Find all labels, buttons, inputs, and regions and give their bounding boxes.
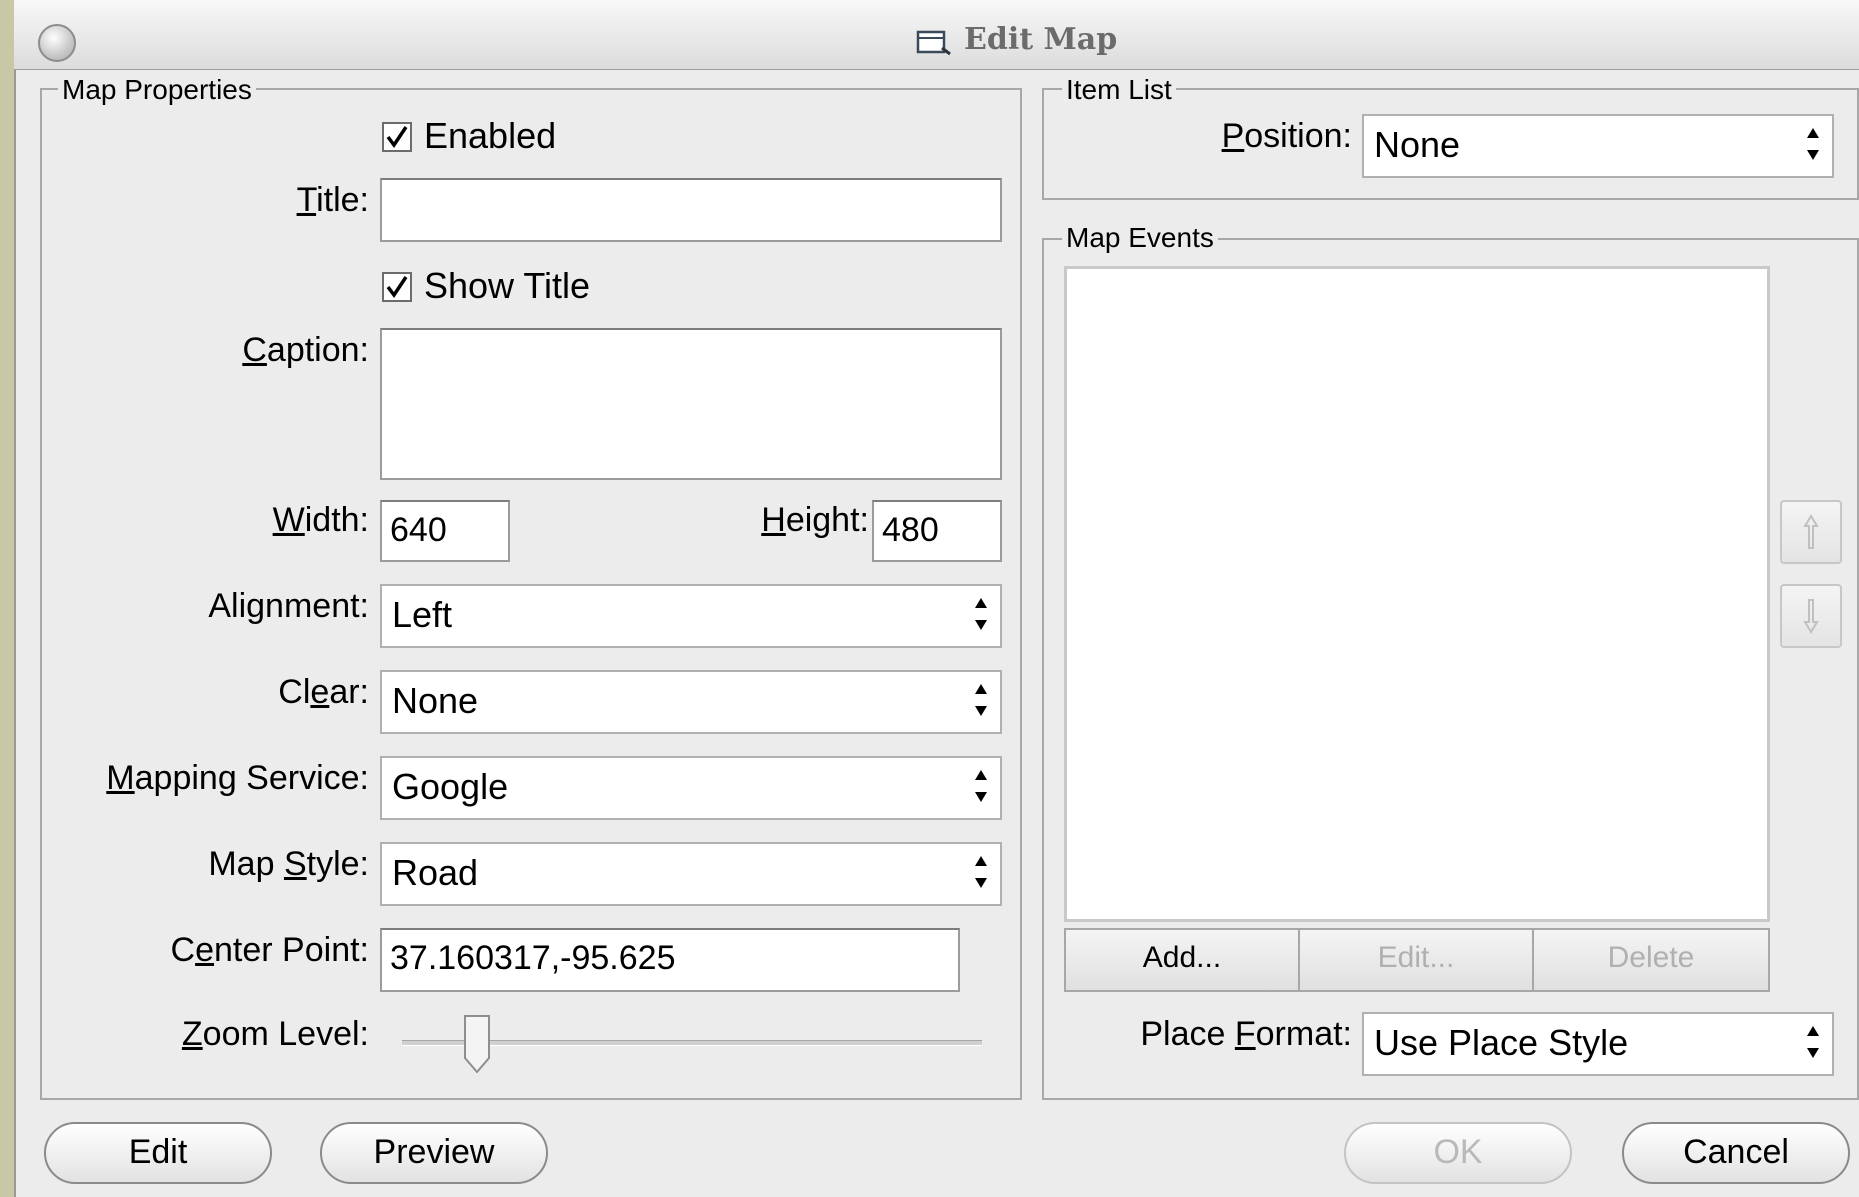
clear-value: None <box>392 680 479 721</box>
enabled-checkbox[interactable] <box>382 122 412 152</box>
alignment-select[interactable]: Left <box>380 584 1002 648</box>
up-down-arrows-icon <box>1807 1026 1819 1058</box>
window-title: Edit Map <box>964 22 1118 57</box>
position-value: None <box>1374 124 1461 165</box>
center-point-label: Center Point: <box>170 931 369 969</box>
clear-label: Clear: <box>278 673 369 711</box>
map-events-legend: Map Events <box>1062 222 1218 254</box>
check-mark-icon <box>386 276 408 299</box>
move-up-button[interactable] <box>1780 500 1842 564</box>
window-close-button[interactable] <box>38 24 76 62</box>
position-select[interactable]: None <box>1362 114 1834 178</box>
up-down-arrows-icon <box>975 856 987 888</box>
check-mark-icon <box>386 126 408 149</box>
item-list-legend: Item List <box>1062 74 1176 106</box>
caption-label: Caption: <box>242 331 369 369</box>
mapping-service-select[interactable]: Google <box>380 756 1002 820</box>
map-document-icon <box>916 30 951 56</box>
edit-event-button[interactable]: Edit... <box>1298 928 1534 992</box>
arrow-down-icon <box>1803 599 1819 634</box>
up-down-arrows-icon <box>975 598 987 630</box>
map-style-label: Map Style: <box>208 845 369 883</box>
enabled-label[interactable]: Enabled <box>424 116 556 156</box>
zoom-level-label: Zoom Level: <box>181 1015 369 1053</box>
up-down-arrows-icon <box>975 684 987 716</box>
place-format-select[interactable]: Use Place Style <box>1362 1012 1834 1076</box>
map-style-value: Road <box>392 852 479 893</box>
up-down-arrows-icon <box>975 770 987 802</box>
add-event-button[interactable]: Add... <box>1064 928 1300 992</box>
zoom-slider-thumb[interactable] <box>462 1014 492 1074</box>
edit-button[interactable]: Edit <box>44 1122 272 1184</box>
title-input[interactable] <box>380 178 1002 242</box>
map-events-list[interactable] <box>1064 266 1770 922</box>
place-format-label: Place Format: <box>1140 1015 1352 1053</box>
preview-button[interactable]: Preview <box>320 1122 548 1184</box>
title-label: Title: <box>296 181 369 219</box>
place-format-value: Use Place Style <box>1374 1022 1629 1063</box>
up-down-arrows-icon <box>1807 128 1819 160</box>
height-input[interactable]: 480 <box>872 500 1002 562</box>
arrow-up-icon <box>1803 514 1819 549</box>
clear-select[interactable]: None <box>380 670 1002 734</box>
map-style-select[interactable]: Road <box>380 842 1002 906</box>
mapping-service-label: Mapping Service: <box>106 759 369 797</box>
mapping-service-value: Google <box>392 766 509 807</box>
height-label: Height: <box>761 501 869 539</box>
move-down-button[interactable] <box>1780 584 1842 648</box>
center-point-input[interactable]: 37.160317,-95.625 <box>380 928 960 992</box>
alignment-value: Left <box>392 594 453 635</box>
cancel-button[interactable]: Cancel <box>1622 1122 1850 1184</box>
alignment-label: Alignment: <box>208 587 369 625</box>
map-properties-legend: Map Properties <box>58 74 256 106</box>
show-title-checkbox[interactable] <box>382 272 412 302</box>
width-label: Width: <box>272 501 369 539</box>
position-label: Position: <box>1221 117 1352 155</box>
width-input[interactable]: 640 <box>380 500 510 562</box>
delete-event-button[interactable]: Delete <box>1532 928 1770 992</box>
ok-button[interactable]: OK <box>1344 1122 1572 1184</box>
show-title-label[interactable]: Show Title <box>424 266 590 306</box>
caption-textarea[interactable] <box>380 328 1002 480</box>
